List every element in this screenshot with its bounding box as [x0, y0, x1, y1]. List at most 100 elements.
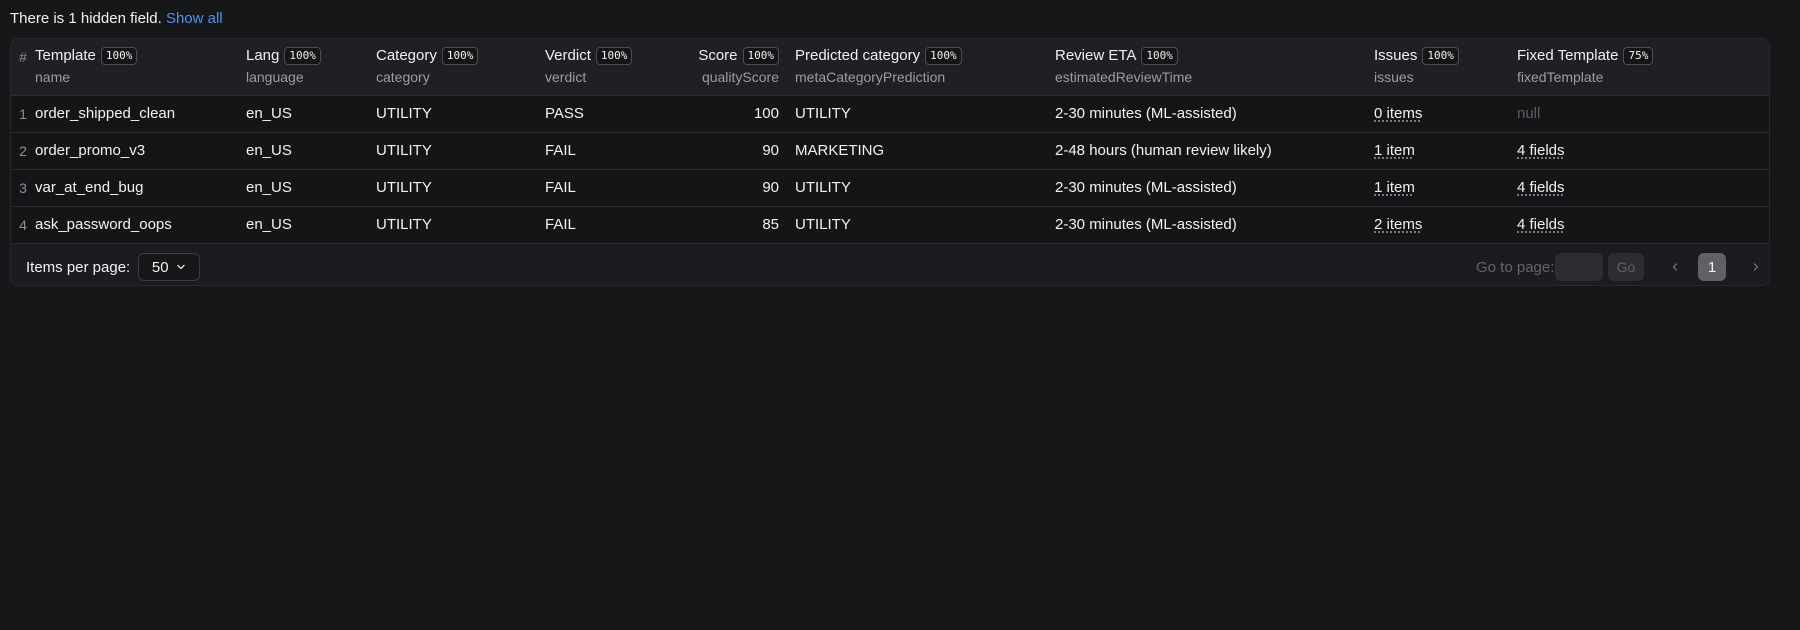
- items-per-page-value: 50: [151, 258, 169, 276]
- go-button[interactable]: Go: [1608, 253, 1644, 281]
- items-per-page-select[interactable]: 50: [138, 253, 201, 281]
- column-title: Predicted category: [795, 47, 921, 64]
- data-table: # Template 100% name Lang 100% language Ca…: [10, 38, 1770, 286]
- cell-predicted-category[interactable]: UTILITY: [795, 169, 1055, 207]
- show-all-link[interactable]: Show all: [166, 10, 223, 27]
- table-row[interactable]: 3 var_at_end_bug en_US UTILITY FAIL 90 U…: [11, 169, 1769, 207]
- column-title: Score: [698, 47, 738, 64]
- cell-review-eta[interactable]: 2-30 minutes (ML-assisted): [1055, 95, 1374, 133]
- row-index: 1: [11, 95, 35, 133]
- table-row[interactable]: 4 ask_password_oops en_US UTILITY FAIL 8…: [11, 206, 1769, 244]
- go-to-page-input[interactable]: [1555, 253, 1603, 281]
- cell-fixed-template[interactable]: null: [1517, 95, 1769, 133]
- next-page-button[interactable]: [1746, 253, 1766, 281]
- row-index: 4: [11, 206, 35, 244]
- fill-rate-badge: 100%: [595, 47, 633, 65]
- table-row[interactable]: 2 order_promo_v3 en_US UTILITY FAIL 90 M…: [11, 132, 1769, 170]
- column-header-predicted-category[interactable]: Predicted category 100% metaCategoryPredi…: [795, 39, 1055, 96]
- issues-expand-link[interactable]: 0 items: [1374, 105, 1422, 122]
- fill-rate-badge: 100%: [1141, 47, 1178, 65]
- cell-category[interactable]: UTILITY: [376, 206, 545, 244]
- cell-category[interactable]: UTILITY: [376, 132, 545, 170]
- column-header-verdict[interactable]: Verdict 100% verdict: [545, 39, 655, 96]
- chevron-right-icon: [1753, 263, 1759, 271]
- cell-issues[interactable]: 0 items: [1374, 95, 1517, 133]
- cell-category[interactable]: UTILITY: [376, 95, 545, 133]
- cell-verdict[interactable]: PASS: [545, 95, 655, 133]
- column-field-name: name: [35, 69, 71, 85]
- fill-rate-badge: 75%: [1623, 47, 1654, 65]
- cell-score[interactable]: 85: [655, 206, 795, 244]
- previous-page-button[interactable]: [1665, 253, 1685, 281]
- cell-language[interactable]: en_US: [246, 132, 376, 170]
- column-header-fixed-template[interactable]: Fixed Template 75% fixedTemplate: [1517, 39, 1769, 96]
- issues-expand-link[interactable]: 1 item: [1374, 142, 1415, 159]
- cell-predicted-category[interactable]: MARKETING: [795, 132, 1055, 170]
- column-title: Review ETA: [1055, 47, 1137, 64]
- hidden-fields-banner: There is 1 hidden field. Show all: [10, 10, 223, 28]
- cell-issues[interactable]: 1 item: [1374, 169, 1517, 207]
- cell-verdict[interactable]: FAIL: [545, 206, 655, 244]
- column-field-name: fixedTemplate: [1517, 69, 1604, 85]
- column-header-template[interactable]: Template 100% name: [35, 39, 246, 96]
- fixed-template-expand-link[interactable]: 4 fields: [1517, 142, 1565, 159]
- column-title: Lang: [246, 47, 280, 64]
- cell-fixed-template[interactable]: 4 fields: [1517, 169, 1769, 207]
- chevron-down-icon: [176, 264, 185, 270]
- fill-rate-badge: 100%: [1422, 47, 1459, 65]
- column-field-name: estimatedReviewTime: [1055, 69, 1193, 85]
- pagination-bar: Items per page: 50 Go to page: Go 1: [11, 249, 1769, 285]
- cell-name[interactable]: ask_password_oops: [35, 206, 246, 244]
- cell-language[interactable]: en_US: [246, 206, 376, 244]
- issues-expand-link[interactable]: 2 items: [1374, 216, 1422, 233]
- column-field-name: language: [246, 69, 304, 85]
- cell-name[interactable]: order_promo_v3: [35, 132, 246, 170]
- cell-fixed-template[interactable]: 4 fields: [1517, 206, 1769, 244]
- cell-category[interactable]: UTILITY: [376, 169, 545, 207]
- fixed-template-expand-link[interactable]: 4 fields: [1517, 179, 1565, 196]
- go-to-page-label: Go to page:: [1476, 258, 1555, 276]
- column-header-score[interactable]: Score 100% qualityScore: [655, 39, 795, 96]
- fill-rate-badge: 100%: [100, 47, 138, 65]
- cell-review-eta[interactable]: 2-30 minutes (ML-assisted): [1055, 169, 1374, 207]
- cell-name[interactable]: var_at_end_bug: [35, 169, 246, 207]
- column-field-name: category: [376, 69, 430, 85]
- cell-name[interactable]: order_shipped_clean: [35, 95, 246, 133]
- column-field-name: verdict: [545, 69, 587, 85]
- cell-verdict[interactable]: FAIL: [545, 169, 655, 207]
- column-header-category[interactable]: Category 100% category: [376, 39, 545, 96]
- cell-review-eta[interactable]: 2-48 hours (human review likely): [1055, 132, 1374, 170]
- null-value: null: [1517, 104, 1541, 122]
- cell-predicted-category[interactable]: UTILITY: [795, 206, 1055, 244]
- fill-rate-badge: 100%: [441, 47, 479, 65]
- fixed-template-expand-link[interactable]: 4 fields: [1517, 216, 1565, 233]
- column-header-review-eta[interactable]: Review ETA 100% estimatedReviewTime: [1055, 39, 1374, 96]
- cell-issues[interactable]: 1 item: [1374, 132, 1517, 170]
- column-field-name: metaCategoryPrediction: [795, 69, 946, 85]
- cell-score[interactable]: 90: [655, 132, 795, 170]
- fill-rate-badge: 100%: [925, 47, 962, 65]
- chevron-left-icon: [1672, 263, 1678, 271]
- cell-review-eta[interactable]: 2-30 minutes (ML-assisted): [1055, 206, 1374, 244]
- column-header-lang[interactable]: Lang 100% language: [246, 39, 376, 96]
- cell-predicted-category[interactable]: UTILITY: [795, 95, 1055, 133]
- column-header-issues[interactable]: Issues 100% issues: [1374, 39, 1517, 96]
- cell-issues[interactable]: 2 items: [1374, 206, 1517, 244]
- cell-language[interactable]: en_US: [246, 95, 376, 133]
- row-index: 2: [11, 132, 35, 170]
- fill-rate-badge: 100%: [284, 47, 321, 65]
- column-title: Category: [376, 47, 437, 64]
- table-row[interactable]: 1 order_shipped_clean en_US UTILITY PASS…: [11, 95, 1769, 133]
- hidden-fields-text: There is 1 hidden field.: [10, 10, 162, 27]
- column-title: Template: [35, 47, 96, 64]
- cell-language[interactable]: en_US: [246, 169, 376, 207]
- row-index: 3: [11, 169, 35, 207]
- column-title: Issues: [1374, 47, 1418, 64]
- column-field-name: issues: [1374, 69, 1414, 85]
- cell-score[interactable]: 90: [655, 169, 795, 207]
- cell-fixed-template[interactable]: 4 fields: [1517, 132, 1769, 170]
- cell-score[interactable]: 100: [655, 95, 795, 133]
- cell-verdict[interactable]: FAIL: [545, 132, 655, 170]
- current-page-button[interactable]: 1: [1698, 253, 1726, 281]
- issues-expand-link[interactable]: 1 item: [1374, 179, 1415, 196]
